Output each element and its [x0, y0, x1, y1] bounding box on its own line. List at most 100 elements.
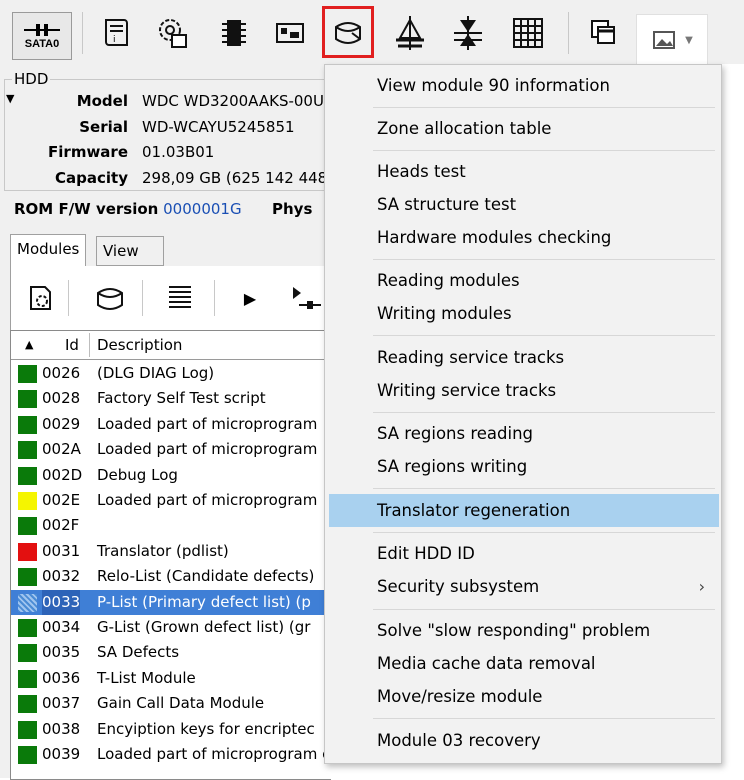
windows-button[interactable]: [582, 10, 626, 56]
menu-item-security-subsystem[interactable]: Security subsystem ›: [329, 570, 719, 603]
tab-modules[interactable]: Modules: [10, 234, 87, 266]
hdd-info-group: HDD ▼ Model WDC WD3200AAKS-00U Serial WD…: [4, 70, 335, 191]
module-description: Debug Log: [97, 465, 178, 484]
menu-item-module-03-recovery[interactable]: Module 03 recovery: [329, 724, 719, 757]
sa-structure-button[interactable]: [446, 10, 490, 56]
menu-item-edit-hdd-id[interactable]: Edit HDD ID: [329, 537, 719, 570]
module-description: Factory Self Test script: [97, 389, 266, 408]
windows-icon: [591, 20, 615, 44]
table-row[interactable]: 0029 Loaded part of microprogram: [11, 412, 331, 438]
menu-item-label: View module 90 information: [377, 76, 610, 95]
table-row[interactable]: 002F: [11, 513, 331, 539]
table-row[interactable]: 0039 Loaded part of microprogram code: [11, 742, 331, 768]
gear-disk-button[interactable]: [150, 10, 194, 56]
toolbar-separator: [568, 12, 569, 54]
module-id: 002A: [42, 440, 81, 459]
menu-item-label: Reading modules: [377, 271, 520, 290]
module-description: Loaded part of microprogram code: [97, 745, 331, 763]
status-swatch: [18, 593, 37, 612]
svg-text:i: i: [113, 35, 116, 45]
module-read-button[interactable]: [90, 278, 130, 318]
menu-item-reading-service-tracks[interactable]: Reading service tracks: [329, 341, 719, 374]
menu-item-writing-service-tracks[interactable]: Writing service tracks: [329, 374, 719, 407]
menu-item-move-resize-module[interactable]: Move/resize module: [329, 680, 719, 713]
menu-item-solve-slow-responding-problem[interactable]: Solve "slow responding" problem: [329, 614, 719, 647]
menu-item-translator-regeneration[interactable]: Translator regeneration: [329, 494, 719, 527]
status-swatch: [18, 669, 37, 688]
table-row[interactable]: 002E Loaded part of microprogram: [11, 488, 331, 514]
menu-item-sa-regions-writing[interactable]: SA regions writing: [329, 450, 719, 483]
disk-module-icon: [335, 22, 361, 44]
tab-view[interactable]: View: [96, 236, 164, 266]
module-list-button[interactable]: [160, 278, 200, 318]
grid-button[interactable]: [506, 10, 550, 56]
menu-item-heads-test[interactable]: Heads test: [329, 155, 719, 188]
menu-item-label: SA regions reading: [377, 424, 534, 443]
chip-button[interactable]: [212, 10, 256, 56]
table-row[interactable]: 0032 Relo-List (Candidate defects): [11, 564, 331, 590]
menu-item-label: Solve "slow responding" problem: [377, 621, 651, 640]
capacity-value: 298,09 GB (625 142 448): [142, 169, 334, 187]
module-description: SA Defects: [97, 643, 180, 662]
menu-item-label: Zone allocation table: [377, 119, 552, 138]
tab-view-label: View: [103, 242, 139, 260]
table-row[interactable]: 0034 G-List (Grown defect list) (gr: [11, 615, 331, 641]
image-icon: [653, 31, 676, 49]
status-swatch: [18, 695, 37, 714]
chevron-down-icon: ▼: [685, 34, 693, 46]
menu-item-view-module-90-information[interactable]: View module 90 information: [329, 69, 719, 102]
table-row[interactable]: 002A Loaded part of microprogram: [11, 437, 331, 463]
board-button[interactable]: [268, 10, 312, 56]
column-header-id[interactable]: Id: [65, 331, 79, 359]
menu-separator: [373, 609, 715, 610]
table-row[interactable]: 0031 Translator (pdlist): [11, 539, 331, 565]
connector-icon: [24, 24, 60, 36]
sort-asc-icon[interactable]: ▲: [25, 331, 33, 359]
menu-item-media-cache-data-removal[interactable]: Media cache data removal: [329, 647, 719, 680]
module-settings-button[interactable]: [20, 278, 60, 318]
table-row[interactable]: 0035 SA Defects: [11, 640, 331, 666]
run-to-button[interactable]: [284, 278, 324, 318]
heads-icon: [396, 16, 424, 50]
module-id: 0031: [42, 541, 81, 560]
module-id: 0034: [42, 618, 81, 636]
menu-item-sa-structure-test[interactable]: SA structure test: [329, 188, 719, 221]
table-row[interactable]: 0038 Encyiption keys for encriptec: [11, 717, 331, 743]
tab-modules-label: Modules: [17, 240, 80, 258]
table-row[interactable]: 0033 P-List (Primary defect list) (p: [11, 589, 331, 616]
module-description: Loaded part of microprogram: [97, 440, 318, 459]
table-row[interactable]: 0026 (DLG DIAG Log): [11, 361, 331, 387]
scroll-info-button[interactable]: i: [94, 10, 138, 56]
menu-item-reading-modules[interactable]: Reading modules: [329, 264, 719, 297]
table-row[interactable]: 0037 Gain Call Data Module: [11, 691, 331, 717]
module-id: 002F: [42, 516, 80, 535]
menu-item-label: Writing modules: [377, 304, 512, 323]
menu-item-label: Heads test: [377, 162, 466, 181]
status-swatch: [18, 568, 37, 587]
menu-item-hardware-modules-checking[interactable]: Hardware modules checking: [329, 221, 719, 254]
hdd-group-title: HDD: [12, 70, 51, 88]
collapse-arrow-icon[interactable]: ▼: [6, 92, 14, 105]
run-button[interactable]: ▶: [230, 278, 270, 318]
disk-icon: [97, 288, 123, 310]
module-description: P-List (Primary defect list) (p: [97, 592, 311, 611]
menu-item-label: Reading service tracks: [377, 348, 565, 367]
module-id: 002E: [42, 491, 81, 509]
sata-port-label: SATA0: [24, 38, 60, 50]
play-icon: ▶: [243, 288, 257, 308]
module-description: T-List Module: [97, 668, 196, 687]
menu-item-zone-allocation-table[interactable]: Zone allocation table: [329, 112, 719, 145]
table-row[interactable]: 0028 Factory Self Test script: [11, 386, 331, 412]
table-row[interactable]: 0036 T-List Module: [11, 666, 331, 692]
image-dropdown-button[interactable]: ▼: [636, 14, 708, 66]
column-header-description[interactable]: Description: [97, 331, 182, 359]
capacity-label: Capacity: [55, 169, 128, 187]
menu-item-sa-regions-reading[interactable]: SA regions reading: [329, 417, 719, 450]
table-row[interactable]: 002D Debug Log: [11, 463, 331, 489]
status-swatch: [18, 746, 37, 764]
menu-item-writing-modules[interactable]: Writing modules: [329, 297, 719, 330]
modules-menu-button[interactable]: [322, 6, 374, 58]
status-swatch: [18, 441, 37, 460]
sata-port-button[interactable]: SATA0: [12, 12, 72, 60]
heads-button[interactable]: [388, 10, 432, 56]
